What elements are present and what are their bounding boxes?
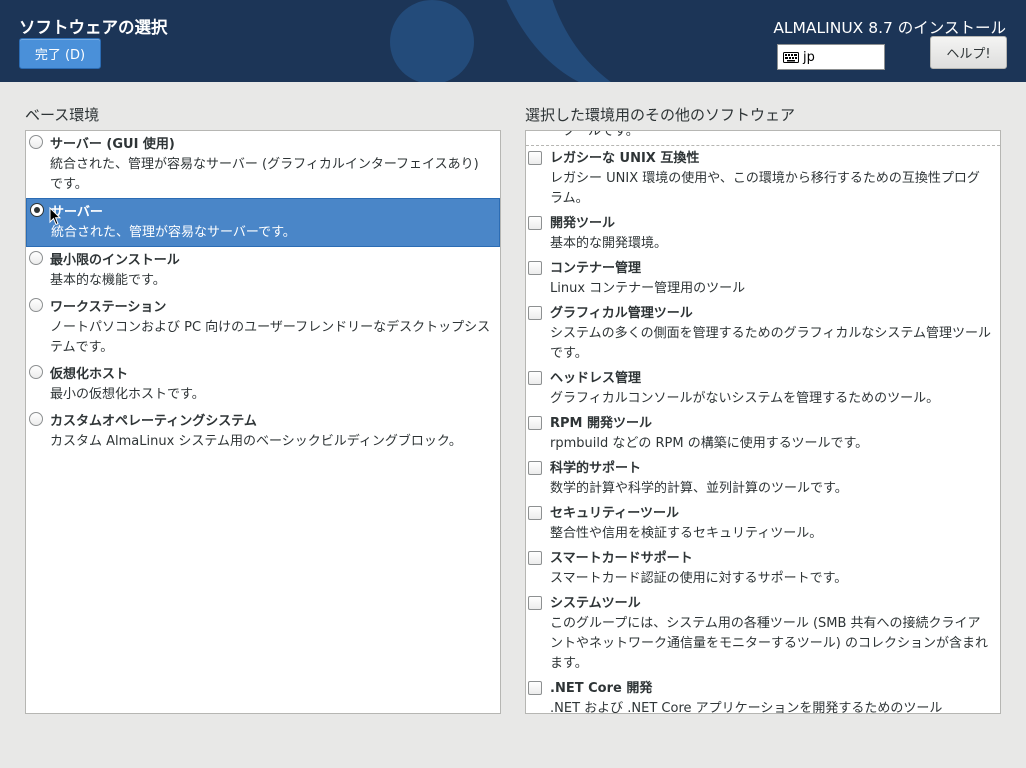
env-item-name: 仮想化ホスト [50, 367, 129, 382]
product-title: ALMALINUX 8.7 のインストール [773, 19, 1006, 37]
addon-item-name: グラフィカル管理ツール [550, 306, 693, 321]
addon-item-smart-card-support[interactable]: スマートカードサポート スマートカード認証の使用に対するサポートです。 [526, 546, 1000, 591]
keyboard-layout-indicator[interactable]: jp [777, 44, 885, 70]
env-item-server[interactable]: サーバー 統合された、管理が容易なサーバーです。 [26, 198, 500, 247]
radio-button[interactable] [29, 365, 43, 379]
radio-button[interactable] [29, 412, 43, 426]
env-item-virtualization-host[interactable]: 仮想化ホスト 最小の仮想化ホストです。 [26, 361, 500, 408]
checkbox[interactable] [528, 306, 542, 320]
env-item-name: サーバー (GUI 使用) [50, 137, 175, 152]
addon-software-list[interactable]: ツールです。 レガシーな UNIX 互換性 レガシー UNIX 環境の使用や、こ… [525, 130, 1001, 714]
addon-item-development-tools[interactable]: 開発ツール 基本的な開発環境。 [526, 211, 1000, 256]
env-item-desc: ノートパソコンおよび PC 向けのユーザーフレンドリーなデスクトップシステムです… [50, 320, 491, 355]
env-item-workstation[interactable]: ワークステーション ノートパソコンおよび PC 向けのユーザーフレンドリーなデス… [26, 294, 500, 361]
radio-button[interactable] [29, 251, 43, 265]
env-item-desc: 最小の仮想化ホストです。 [50, 387, 205, 402]
radio-button[interactable] [29, 298, 43, 312]
base-environment-list: サーバー (GUI 使用) 統合された、管理が容易なサーバー (グラフィカルイン… [25, 130, 501, 714]
addon-item-desc: レガシー UNIX 環境の使用や、この環境から移行するための互換性プログラム。 [550, 171, 980, 206]
env-item-custom-os[interactable]: カスタムオペレーティングシステム カスタム AlmaLinux システム用のベー… [26, 408, 500, 455]
addon-item-desc: スマートカード認証の使用に対するサポートです。 [550, 571, 848, 586]
addon-item-name: RPM 開発ツール [550, 416, 653, 431]
addons-label: 選択した環境用のその他のソフトウェア [525, 106, 796, 124]
checkbox[interactable] [528, 416, 542, 430]
env-item-name: 最小限のインストール [50, 253, 180, 268]
env-item-name: サーバー [51, 205, 103, 220]
addon-item-desc: .NET および .NET Core アプリケーションを開発するためのツール [550, 701, 943, 714]
env-item-server-gui[interactable]: サーバー (GUI 使用) 統合された、管理が容易なサーバー (グラフィカルイン… [26, 131, 500, 198]
env-item-desc: 統合された、管理が容易なサーバーです。 [51, 225, 296, 240]
mouse-cursor-icon [49, 207, 61, 226]
env-item-minimal[interactable]: 最小限のインストール 基本的な機能です。 [26, 247, 500, 294]
env-item-desc: カスタム AlmaLinux システム用のベーシックビルディングブロック。 [50, 434, 462, 449]
addon-item-partial: ツールです。 [526, 131, 1000, 146]
checkbox[interactable] [528, 596, 542, 610]
addon-item-desc: rpmbuild などの RPM の構築に使用するツールです。 [550, 436, 869, 451]
addon-item-name: コンテナー管理 [550, 261, 642, 276]
addon-item-name: 科学的サポート [550, 461, 642, 476]
addon-item-name: ヘッドレス管理 [550, 371, 642, 386]
radio-button[interactable] [29, 135, 43, 149]
checkbox[interactable] [528, 261, 542, 275]
addon-item-headless-management[interactable]: ヘッドレス管理 グラフィカルコンソールがないシステムを管理するためのツール。 [526, 366, 1000, 411]
addon-item-name: レガシーな UNIX 互換性 [550, 151, 700, 166]
addon-item-container-management[interactable]: コンテナー管理 Linux コンテナー管理用のツール [526, 256, 1000, 301]
addon-item-desc: Linux コンテナー管理用のツール [550, 281, 746, 296]
addon-item-desc: システムの多くの側面を管理するためのグラフィカルなシステム管理ツールです。 [550, 326, 991, 361]
checkbox[interactable] [528, 371, 542, 385]
almalinux-logo-art [390, 0, 611, 82]
checkbox[interactable] [528, 461, 542, 475]
addon-item-rpm-development-tools[interactable]: RPM 開発ツール rpmbuild などの RPM の構築に使用するツールです… [526, 411, 1000, 456]
addon-item-desc: このグループには、システム用の各種ツール (SMB 共有への接続クライアントやネ… [550, 616, 988, 671]
addon-item-desc: 数学的計算や科学的計算、並列計算のツールです。 [550, 481, 848, 496]
addon-item-security-tools[interactable]: セキュリティーツール 整合性や信用を検証するセキュリティツール。 [526, 501, 1000, 546]
addon-item-desc: 基本的な開発環境。 [550, 236, 668, 251]
help-button[interactable]: ヘルプ! [930, 36, 1007, 69]
page-title: ソフトウェアの選択 [19, 18, 168, 37]
done-button[interactable]: 完了 (D) [19, 38, 101, 69]
checkbox[interactable] [528, 551, 542, 565]
env-item-desc: 統合された、管理が容易なサーバー (グラフィカルインターフェイスあり) です。 [50, 157, 479, 192]
checkbox[interactable] [528, 506, 542, 520]
addon-item-desc: 整合性や信用を検証するセキュリティツール。 [550, 526, 823, 541]
env-item-name: ワークステーション [50, 300, 167, 315]
checkbox[interactable] [528, 681, 542, 695]
addon-item-name: .NET Core 開発 [550, 681, 653, 696]
keyboard-icon [783, 51, 799, 63]
addon-item-system-tools[interactable]: システムツール このグループには、システム用の各種ツール (SMB 共有への接続… [526, 591, 1000, 676]
env-item-desc: 基本的な機能です。 [50, 273, 166, 288]
addon-item-name: セキュリティーツール [550, 506, 679, 521]
header-bar: ソフトウェアの選択 完了 (D) ALMALINUX 8.7 のインストール j… [0, 0, 1026, 82]
addon-item-name: 開発ツール [550, 216, 616, 231]
addon-item-name: スマートカードサポート [550, 551, 693, 566]
keyboard-layout-label: jp [803, 49, 815, 65]
addon-item-desc: グラフィカルコンソールがないシステムを管理するためのツール。 [550, 391, 940, 406]
radio-button-selected[interactable] [30, 203, 44, 217]
base-environment-label: ベース環境 [25, 106, 100, 124]
addon-item-dotnet-core-development[interactable]: .NET Core 開発 .NET および .NET Core アプリケーション… [526, 676, 1000, 714]
checkbox[interactable] [528, 151, 542, 165]
addon-item-scientific-support[interactable]: 科学的サポート 数学的計算や科学的計算、並列計算のツールです。 [526, 456, 1000, 501]
addon-item-name: システムツール [550, 596, 641, 611]
addon-item-partial-desc: ツールです。 [562, 131, 639, 139]
env-item-name: カスタムオペレーティングシステム [50, 414, 257, 429]
addon-item-graphical-admin-tools[interactable]: グラフィカル管理ツール システムの多くの側面を管理するためのグラフィカルなシステ… [526, 301, 1000, 366]
addon-item-legacy-unix[interactable]: レガシーな UNIX 互換性 レガシー UNIX 環境の使用や、この環境から移行… [526, 146, 1000, 211]
checkbox[interactable] [528, 216, 542, 230]
